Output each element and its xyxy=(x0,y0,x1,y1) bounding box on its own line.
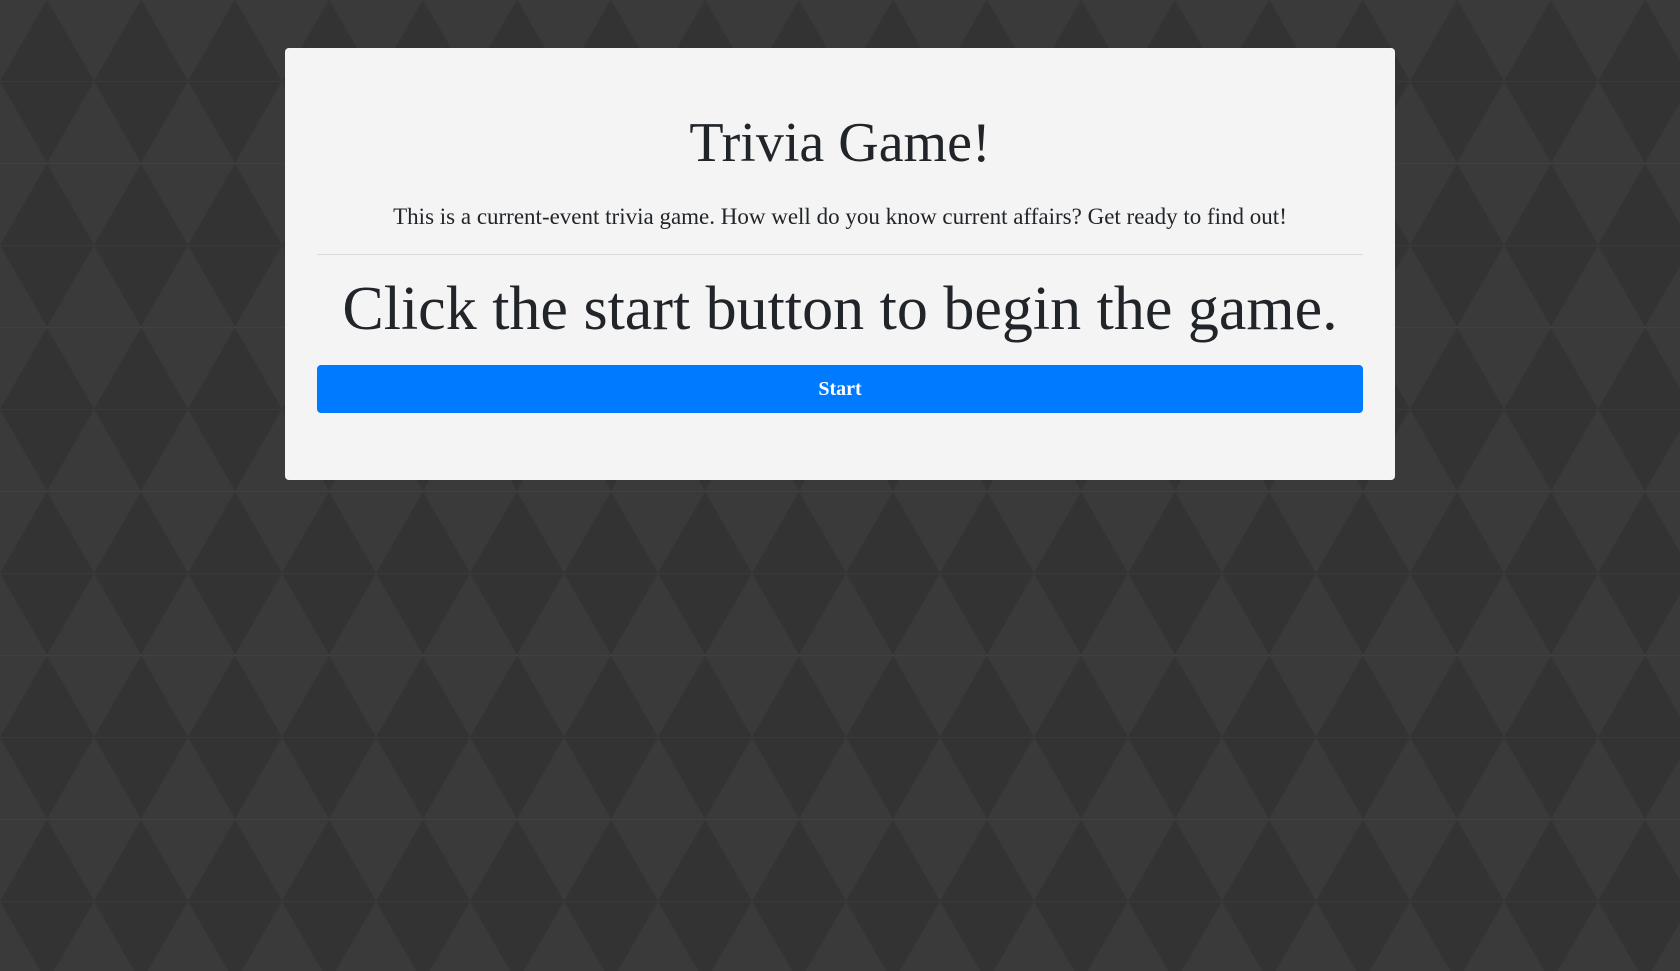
divider xyxy=(317,254,1363,255)
page-title: Trivia Game! xyxy=(689,112,991,174)
game-card: Trivia Game! This is a current-event tri… xyxy=(285,48,1395,480)
start-button[interactable]: Start xyxy=(317,365,1363,413)
start-prompt: Click the start button to begin the game… xyxy=(342,275,1338,343)
game-description: This is a current-event trivia game. How… xyxy=(393,204,1287,229)
